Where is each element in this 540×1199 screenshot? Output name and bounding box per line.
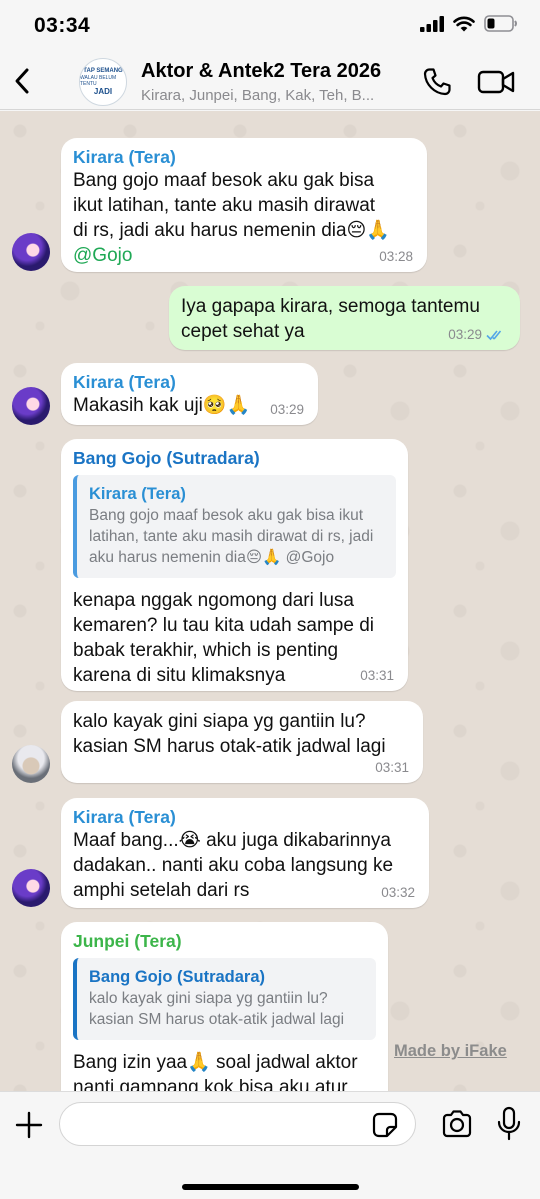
group-avatar[interactable]: TAP SEMANG WALAU BELUM TENTU JADI bbox=[79, 58, 127, 106]
message-bubble[interactable]: Kirara (Tera) Bang gojo maaf besok aku g… bbox=[61, 138, 427, 272]
message-sender: Kirara (Tera) bbox=[73, 147, 176, 167]
chat-area[interactable]: Kirara (Tera) Bang gojo maaf besok aku g… bbox=[0, 111, 540, 1091]
microphone-button[interactable] bbox=[494, 1105, 524, 1143]
message-bubble[interactable]: Junpei (Tera) Bang Gojo (Sutradara) kalo… bbox=[61, 922, 388, 1091]
home-indicator[interactable] bbox=[182, 1184, 359, 1190]
message-time: 03:29 bbox=[448, 327, 506, 342]
quoted-message[interactable]: Kirara (Tera) Bang gojo maaf besok aku g… bbox=[73, 475, 396, 578]
back-button[interactable] bbox=[8, 62, 36, 100]
read-ticks-icon bbox=[486, 329, 502, 340]
message-bubble[interactable]: kalo kayak gini siapa yg gantiin lu? kas… bbox=[61, 701, 423, 783]
camera-button[interactable] bbox=[440, 1107, 474, 1141]
video-call-button[interactable] bbox=[477, 66, 517, 98]
watermark: Made by iFake bbox=[394, 1042, 507, 1060]
quoted-sender: Kirara (Tera) bbox=[89, 485, 186, 503]
message-sender: Kirara (Tera) bbox=[73, 807, 176, 827]
group-avatar-line: TAP SEMANG bbox=[83, 68, 123, 74]
message-bubble[interactable]: Kirara (Tera) Maaf bang...😭 aku juga dik… bbox=[61, 798, 429, 908]
sticker-button[interactable] bbox=[371, 1111, 399, 1139]
attach-button[interactable] bbox=[12, 1108, 46, 1142]
group-avatar-line: WALAU BELUM TENTU bbox=[80, 75, 117, 87]
group-members[interactable]: Kirara, Junpei, Bang, Kak, Teh, B... bbox=[141, 87, 409, 104]
status-time: 03:34 bbox=[34, 14, 91, 37]
microphone-icon bbox=[497, 1106, 521, 1141]
quoted-text: Bang gojo maaf besok aku gak bisa ikut l… bbox=[89, 507, 374, 566]
wifi-icon bbox=[453, 16, 475, 31]
battery-icon bbox=[484, 15, 517, 32]
message-time: 03:28 bbox=[379, 249, 413, 264]
quoted-message[interactable]: Bang Gojo (Sutradara) kalo kayak gini si… bbox=[73, 958, 376, 1040]
message-time: 03:31 bbox=[360, 668, 394, 683]
message-text: kalo kayak gini siapa yg gantiin lu? kas… bbox=[73, 711, 386, 757]
phone-icon bbox=[423, 68, 451, 96]
message-sender: Bang Gojo (Sutradara) bbox=[73, 448, 260, 468]
message-time: 03:29 bbox=[270, 402, 304, 417]
avatar-kirara[interactable] bbox=[12, 869, 50, 907]
quoted-sender: Bang Gojo (Sutradara) bbox=[89, 968, 266, 986]
group-avatar-line: JADI bbox=[93, 87, 113, 96]
plus-icon bbox=[15, 1111, 43, 1139]
group-title[interactable]: Aktor & Antek2 Tera 2026 bbox=[141, 60, 381, 83]
message-text: Bang izin yaa🙏 soal jadwal aktor nanti g… bbox=[73, 1052, 358, 1091]
message-input[interactable] bbox=[59, 1102, 416, 1146]
video-camera-icon bbox=[477, 70, 515, 94]
mention-gojo[interactable]: @Gojo bbox=[73, 243, 415, 268]
message-text: Bang gojo maaf besok aku gak bisa ikut l… bbox=[73, 170, 391, 241]
voice-call-button[interactable] bbox=[421, 66, 453, 98]
message-text: kenapa nggak ngomong dari lusa kemaren? … bbox=[73, 590, 375, 686]
message-bubble-outgoing[interactable]: Iya gapapa kirara, semoga tantemu cepet … bbox=[169, 286, 520, 350]
sticker-icon bbox=[372, 1112, 398, 1138]
camera-icon bbox=[442, 1110, 472, 1138]
message-bubble[interactable]: Bang Gojo (Sutradara) Kirara (Tera) Bang… bbox=[61, 439, 408, 691]
signal-icon bbox=[420, 15, 444, 32]
message-sender: Junpei (Tera) bbox=[73, 931, 182, 951]
status-icons bbox=[420, 15, 518, 32]
input-bar bbox=[0, 1091, 540, 1199]
avatar-kirara[interactable] bbox=[12, 387, 50, 425]
message-bubble[interactable]: Kirara (Tera) Makasih kak uji🥺🙏 03:29 bbox=[61, 363, 318, 425]
message-time: 03:31 bbox=[375, 760, 409, 775]
message-sender: Kirara (Tera) bbox=[73, 372, 176, 392]
message-time: 03:32 bbox=[381, 885, 415, 900]
message-text: Maaf bang...😭 aku juga dikabarinnya dada… bbox=[73, 830, 394, 901]
quoted-text: kalo kayak gini siapa yg gantiin lu? kas… bbox=[89, 990, 345, 1028]
chat-header: TAP SEMANG WALAU BELUM TENTU JADI Aktor … bbox=[0, 52, 540, 110]
chevron-left-icon bbox=[15, 68, 29, 94]
avatar-kirara[interactable] bbox=[12, 233, 50, 271]
status-bar: 03:34 bbox=[0, 0, 540, 52]
avatar-gojo[interactable] bbox=[12, 745, 50, 783]
